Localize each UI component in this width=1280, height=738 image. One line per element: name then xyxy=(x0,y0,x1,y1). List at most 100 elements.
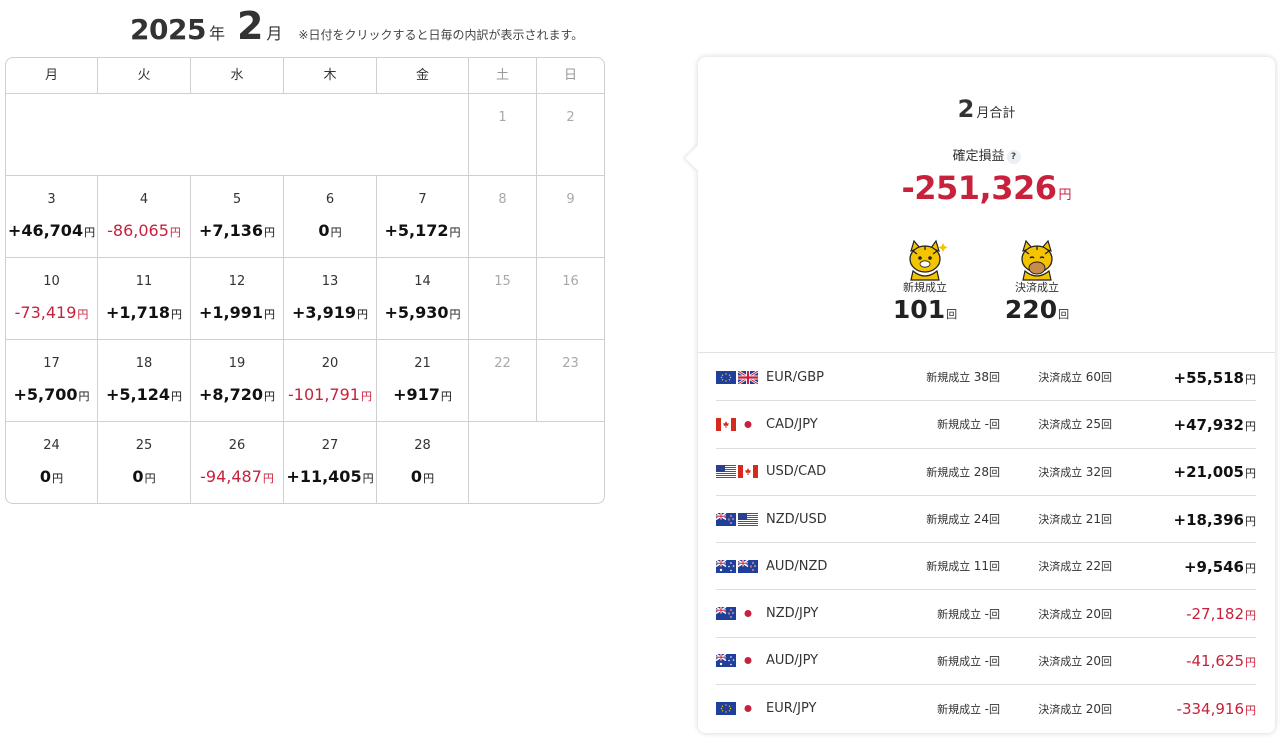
new-orders-counter: 新規成立 101回 xyxy=(870,237,980,330)
tiger-mascot-icon xyxy=(909,239,948,281)
settled-orders-counter: 決済成立 220回 xyxy=(982,237,1092,330)
japan-flag-icon xyxy=(738,418,758,431)
monthly-summary-panel: 2 月合計 確定損益? -251,326 円 新規成立 101回 決済成立 22… xyxy=(685,57,1275,733)
currency-pair-row[interactable]: USD/CAD 新規成立 28回 決済成立 32回 +21,005円 xyxy=(716,449,1256,496)
pair-flags xyxy=(716,607,758,621)
pair-settled-count: 決済成立 20回 xyxy=(1038,701,1112,716)
us-flag-icon xyxy=(738,513,758,526)
pair-settled-count: 決済成立 20回 xyxy=(1038,653,1112,668)
day-cell-4[interactable]: 4 -86,065円 xyxy=(98,176,191,258)
day-cell-8[interactable]: 8 xyxy=(469,176,537,258)
pair-name: NZD/USD xyxy=(766,511,827,527)
uk-flag-icon xyxy=(738,371,758,384)
day-cell-26[interactable]: 26 -94,487円 xyxy=(191,422,284,503)
day-cell-16[interactable]: 16 xyxy=(537,258,604,340)
day-cell-6[interactable]: 6 0円 xyxy=(284,176,377,258)
day-cell-25[interactable]: 25 0円 xyxy=(98,422,191,503)
day-cell-2[interactable]: 2 xyxy=(537,94,604,176)
pair-profit: +55,518円 xyxy=(1173,368,1256,387)
day-profit: 0円 xyxy=(318,221,342,240)
pair-settled-count: 決済成立 60回 xyxy=(1038,370,1112,385)
empty-day-cells xyxy=(6,94,469,176)
day-cell-15[interactable]: 15 xyxy=(469,258,537,340)
day-number: 14 xyxy=(414,274,431,289)
currency-pair-row[interactable]: EUR/JPY 新規成立 -回 決済成立 20回 -334,916円 xyxy=(716,685,1256,732)
currency-pair-row[interactable]: CAD/JPY 新規成立 -回 決済成立 25回 +47,932円 xyxy=(716,401,1256,449)
currency-pair-row[interactable]: AUD/NZD 新規成立 11回 決済成立 22回 +9,546円 xyxy=(716,543,1256,591)
pair-name: EUR/GBP xyxy=(766,369,824,385)
day-cell-3[interactable]: 3 +46,704円 xyxy=(6,176,98,258)
pair-profit: -41,625円 xyxy=(1186,652,1256,671)
nz-flag-icon xyxy=(716,607,736,620)
day-profit: +5,172円 xyxy=(384,221,461,240)
day-cell-12[interactable]: 12 +1,991円 xyxy=(191,258,284,340)
day-cell-9[interactable]: 9 xyxy=(537,176,604,258)
day-number: 27 xyxy=(321,438,339,453)
australia-flag-icon xyxy=(716,560,736,573)
canada-flag-icon xyxy=(738,465,758,478)
day-number: 4 xyxy=(139,192,149,207)
weekday-header-sat: 土 xyxy=(469,58,537,94)
pair-settled-count: 決済成立 25回 xyxy=(1038,417,1112,432)
day-cell-13[interactable]: 13 +3,919円 xyxy=(284,258,377,340)
day-cell-20[interactable]: 20 -101,791円 xyxy=(284,340,377,422)
day-number: 11 xyxy=(135,274,153,289)
weekday-header-fri: 金 xyxy=(377,58,469,94)
day-profit: +5,930円 xyxy=(384,303,461,322)
day-profit: +1,991円 xyxy=(198,303,275,322)
pair-new-count: 新規成立 11回 xyxy=(926,559,1000,574)
pair-new-count: 新規成立 24回 xyxy=(926,512,1000,527)
day-cell-14[interactable]: 14 +5,930円 xyxy=(377,258,469,340)
japan-flag-icon xyxy=(738,654,758,667)
day-number: 8 xyxy=(498,192,507,207)
pair-profit: -334,916円 xyxy=(1176,700,1256,719)
pair-flags xyxy=(716,512,758,526)
currency-pair-row[interactable]: NZD/JPY 新規成立 -回 決済成立 20回 -27,182円 xyxy=(716,590,1256,638)
pair-name: USD/CAD xyxy=(766,464,827,480)
day-profit: +917円 xyxy=(393,385,452,404)
day-cell-19[interactable]: 19 +8,720円 xyxy=(191,340,284,422)
day-cell-24[interactable]: 24 0円 xyxy=(6,422,98,503)
day-cell-1[interactable]: 1 xyxy=(469,94,537,176)
pair-settled-count: 決済成立 20回 xyxy=(1038,606,1112,621)
weekday-header-wed: 水 xyxy=(191,58,284,94)
day-number: 23 xyxy=(562,356,579,371)
japan-flag-icon xyxy=(738,607,758,620)
day-cell-27[interactable]: 27 +11,405円 xyxy=(284,422,377,503)
tiger-mascot-icon xyxy=(1021,239,1053,281)
currency-pair-row[interactable]: AUD/JPY 新規成立 -回 決済成立 20回 -41,625円 xyxy=(716,638,1256,686)
day-cell-28[interactable]: 28 0円 xyxy=(377,422,469,503)
day-cell-23[interactable]: 23 xyxy=(537,340,604,422)
day-number: 26 xyxy=(228,438,246,453)
pair-settled-count: 決済成立 22回 xyxy=(1038,559,1112,574)
day-number: 7 xyxy=(418,192,427,207)
day-number: 5 xyxy=(232,192,242,207)
calendar-grid: 月 火 水 木 金 土 日 1 2 3 +46,704円 4 -86,065円 5 +… xyxy=(6,58,604,503)
day-cell-5[interactable]: 5 +7,136円 xyxy=(191,176,284,258)
year-unit: 年 xyxy=(208,24,225,43)
day-number: 19 xyxy=(228,356,246,371)
pair-new-count: 新規成立 -回 xyxy=(937,653,1000,668)
day-profit: -73,419円 xyxy=(14,303,89,322)
currency-pair-row[interactable]: NZD/USD 新規成立 24回 決済成立 21回 +18,396円 xyxy=(716,496,1256,544)
pair-profit: +18,396円 xyxy=(1173,510,1256,529)
day-cell-22[interactable]: 22 xyxy=(469,340,537,422)
day-cell-10[interactable]: 10 -73,419円 xyxy=(6,258,98,340)
weekday-header-mon: 月 xyxy=(6,58,98,94)
day-number: 1 xyxy=(498,110,507,125)
day-number: 13 xyxy=(321,274,339,289)
day-cell-18[interactable]: 18 +5,124円 xyxy=(98,340,191,422)
pair-name: EUR/JPY xyxy=(766,701,817,717)
pair-profit: +47,932円 xyxy=(1173,415,1256,434)
day-cell-7[interactable]: 7 +5,172円 xyxy=(377,176,469,258)
day-cell-17[interactable]: 17 +5,700円 xyxy=(6,340,98,422)
day-cell-21[interactable]: 21 +917円 xyxy=(377,340,469,422)
day-cell-11[interactable]: 11 +1,718円 xyxy=(98,258,191,340)
currency-pair-row[interactable]: EUR/GBP 新規成立 38回 決済成立 60回 +55,518円 xyxy=(716,354,1256,402)
pair-name: AUD/NZD xyxy=(766,558,828,574)
pair-flags xyxy=(716,654,758,668)
help-icon[interactable]: ? xyxy=(1006,150,1021,164)
day-profit: +8,720円 xyxy=(198,385,275,404)
day-number: 24 xyxy=(43,438,60,453)
pair-flags xyxy=(716,702,758,716)
